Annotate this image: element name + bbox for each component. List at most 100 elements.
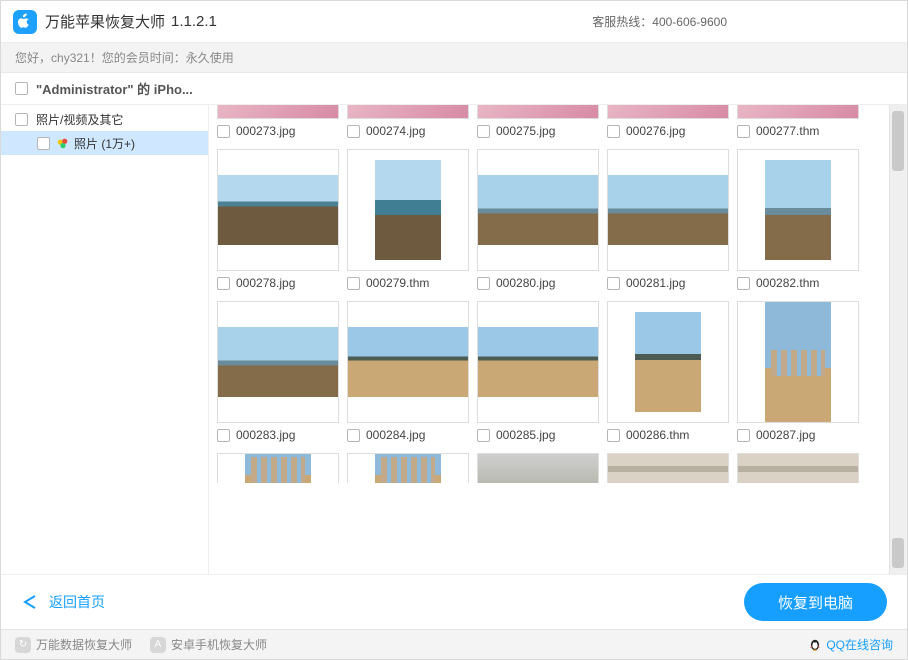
thumbnail-label-row: 000281.jpg xyxy=(607,271,729,295)
thumbnail[interactable]: 000273.jpg xyxy=(217,105,339,143)
thumbnail-image[interactable] xyxy=(607,105,729,119)
thumbnail-image[interactable] xyxy=(347,149,469,271)
device-checkbox[interactable] xyxy=(15,82,28,95)
thumbnail-label-row: 000283.jpg xyxy=(217,423,339,447)
category-checkbox[interactable] xyxy=(15,113,28,126)
thumbnail[interactable]: 000282.thm xyxy=(737,149,859,295)
thumbnail-checkbox[interactable] xyxy=(607,125,620,138)
thumbnail[interactable] xyxy=(607,453,729,483)
thumbnail[interactable]: 000277.thm xyxy=(737,105,859,143)
thumbnail[interactable]: 000287.jpg xyxy=(737,301,859,447)
thumbnail-label-row: 000282.thm xyxy=(737,271,859,295)
thumbnail-label-row: 000287.jpg xyxy=(737,423,859,447)
thumbnail-filename: 000282.thm xyxy=(756,276,819,290)
thumbnail-checkbox[interactable] xyxy=(737,125,750,138)
strip-link-data-recovery[interactable]: ↻ 万能数据恢复大师 xyxy=(15,636,132,653)
thumbnail-filename: 000278.jpg xyxy=(236,276,295,290)
thumbnail-image[interactable] xyxy=(607,453,729,483)
thumbnail-checkbox[interactable] xyxy=(607,277,620,290)
thumbnail-image[interactable] xyxy=(347,105,469,119)
thumbnail-checkbox[interactable] xyxy=(217,429,230,442)
thumbnail[interactable]: 000280.jpg xyxy=(477,149,599,295)
app-logo-icon xyxy=(13,10,37,34)
thumbnail-checkbox[interactable] xyxy=(477,429,490,442)
maximize-button[interactable] xyxy=(819,1,857,43)
thumbnail[interactable] xyxy=(217,453,339,483)
thumbnail-checkbox[interactable] xyxy=(347,125,360,138)
thumbnail[interactable]: 000274.jpg xyxy=(347,105,469,143)
thumbnail[interactable]: 000276.jpg xyxy=(607,105,729,143)
thumbnail-image[interactable] xyxy=(347,453,469,483)
thumbnail-image[interactable] xyxy=(737,301,859,423)
thumbnail-image[interactable] xyxy=(607,301,729,423)
thumbnail-image[interactable] xyxy=(737,149,859,271)
thumbnail-area: 000273.jpg 000274.jpg 000275.jpg 000276.jpg… xyxy=(209,105,907,574)
thumbnail-image[interactable] xyxy=(607,149,729,271)
thumbnail[interactable]: 000285.jpg xyxy=(477,301,599,447)
menu-button[interactable] xyxy=(743,1,781,43)
photos-checkbox[interactable] xyxy=(37,137,50,150)
android-icon: A xyxy=(150,637,166,653)
thumbnail-image[interactable] xyxy=(477,301,599,423)
thumbnail-checkbox[interactable] xyxy=(347,429,360,442)
thumbnail-image[interactable] xyxy=(217,301,339,423)
photo-icon xyxy=(56,136,70,150)
back-home-link[interactable]: 返回首页 xyxy=(21,592,105,612)
thumbnail-image[interactable] xyxy=(217,453,339,483)
thumbnail-filename: 000286.thm xyxy=(626,428,689,442)
thumbnail[interactable]: 000284.jpg xyxy=(347,301,469,447)
recovery-icon: ↻ xyxy=(15,637,31,653)
thumbnail-label-row: 000273.jpg xyxy=(217,119,339,143)
device-row[interactable]: "Administrator" 的 iPho... xyxy=(1,73,907,105)
thumbnail[interactable]: 000278.jpg xyxy=(217,149,339,295)
thumbnail-label-row: 000274.jpg xyxy=(347,119,469,143)
qq-icon xyxy=(808,637,822,653)
thumbnail-image[interactable] xyxy=(217,105,339,119)
thumbnail-label-row: 000275.jpg xyxy=(477,119,599,143)
content-area: 照片/视频及其它 照片 (1万+) 000273.jpg000274.jpg00… xyxy=(1,105,907,575)
minimize-button[interactable] xyxy=(781,1,819,43)
scrollbar-thumb-secondary[interactable] xyxy=(892,538,904,568)
thumbnail-label-row: 000280.jpg xyxy=(477,271,599,295)
sidebar-category-media[interactable]: 照片/视频及其它 xyxy=(1,107,208,131)
sidebar-item-photos[interactable]: 照片 (1万+) xyxy=(1,131,208,155)
thumbnail-checkbox[interactable] xyxy=(737,277,750,290)
thumbnail-image[interactable] xyxy=(737,105,859,119)
scrollbar-thumb[interactable] xyxy=(892,111,904,171)
thumbnail-checkbox[interactable] xyxy=(477,277,490,290)
thumbnail-image[interactable] xyxy=(477,149,599,271)
thumbnail[interactable]: 000283.jpg xyxy=(217,301,339,447)
thumbnail[interactable]: 000275.jpg xyxy=(477,105,599,143)
recover-button[interactable]: 恢复到电脑 xyxy=(744,583,887,621)
hotline: 客服热线：400-606-9600 xyxy=(592,13,727,30)
thumbnail-image[interactable] xyxy=(217,149,339,271)
thumbnail[interactable] xyxy=(347,453,469,483)
thumbnail-checkbox[interactable] xyxy=(347,277,360,290)
app-title: 万能苹果恢复大师 xyxy=(45,11,165,32)
thumbnail-label-row: 000278.jpg xyxy=(217,271,339,295)
thumbnail-filename: 000279.thm xyxy=(366,276,429,290)
thumbnail-checkbox[interactable] xyxy=(217,125,230,138)
thumbnail-checkbox[interactable] xyxy=(477,125,490,138)
thumbnail[interactable]: 000281.jpg xyxy=(607,149,729,295)
close-button[interactable] xyxy=(857,1,895,43)
device-label: "Administrator" 的 iPho... xyxy=(36,79,193,98)
thumbnail-image[interactable] xyxy=(477,105,599,119)
thumbnail[interactable] xyxy=(477,453,599,483)
qq-support-link[interactable]: QQ在线咨询 xyxy=(808,636,893,653)
strip-link-android-recovery[interactable]: A 安卓手机恢复大师 xyxy=(150,636,267,653)
thumbnail-filename: 000277.thm xyxy=(756,124,819,138)
scrollbar[interactable] xyxy=(889,105,907,574)
thumbnail[interactable]: 000286.thm xyxy=(607,301,729,447)
thumbnail-checkbox[interactable] xyxy=(737,429,750,442)
thumbnail-filename: 000280.jpg xyxy=(496,276,555,290)
bottom-strip: ↻ 万能数据恢复大师 A 安卓手机恢复大师 QQ在线咨询 xyxy=(1,629,907,659)
thumbnail[interactable] xyxy=(737,453,859,483)
thumbnail-checkbox[interactable] xyxy=(217,277,230,290)
thumbnail-image[interactable] xyxy=(477,453,599,483)
thumbnail[interactable]: 000279.thm xyxy=(347,149,469,295)
thumbnail-checkbox[interactable] xyxy=(607,429,620,442)
thumbnail-image[interactable] xyxy=(737,453,859,483)
app-version: 1.1.2.1 xyxy=(171,13,217,30)
thumbnail-image[interactable] xyxy=(347,301,469,423)
